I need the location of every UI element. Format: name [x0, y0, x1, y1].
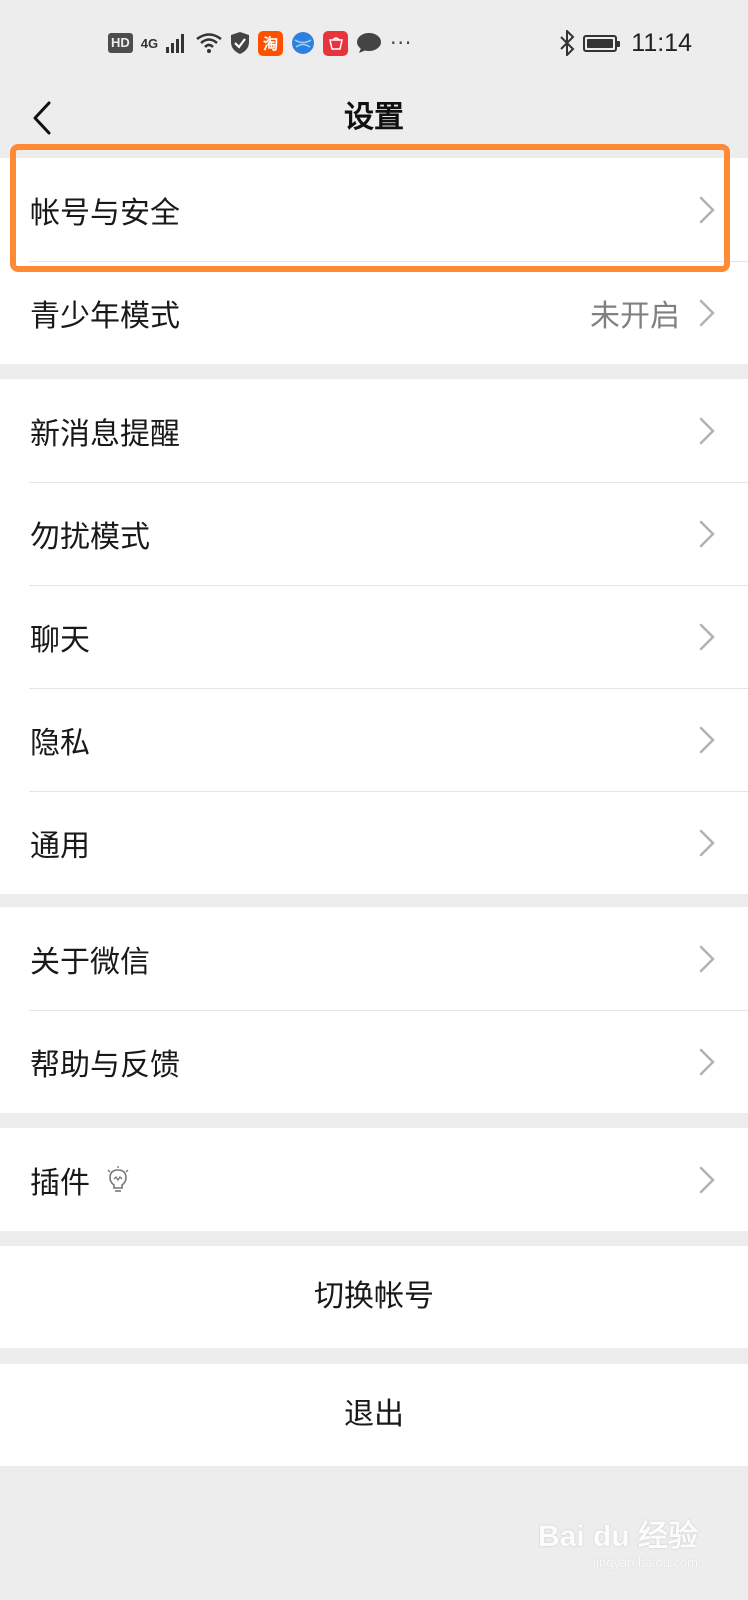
- chevron-right-icon: [699, 520, 715, 547]
- logout-button[interactable]: 退出: [0, 1364, 748, 1466]
- status-bar-left: HD 4G 淘 ···: [108, 30, 413, 56]
- row-label: 勿扰模式: [30, 519, 150, 555]
- row-label: 隐私: [30, 725, 90, 761]
- status-bar-right: 11:14: [559, 29, 692, 58]
- wifi-icon: [196, 33, 222, 53]
- row-account-security[interactable]: 帐号与安全: [0, 158, 748, 261]
- row-label: 新消息提醒: [30, 416, 180, 452]
- row-privacy[interactable]: 隐私: [0, 688, 748, 791]
- row-about-wechat[interactable]: 关于微信: [0, 907, 748, 1010]
- chevron-right-icon: [699, 829, 715, 856]
- lightbulb-icon: [107, 1165, 129, 1192]
- settings-group-account: 帐号与安全 青少年模式 未开启: [0, 158, 748, 364]
- nav-bar: 设置: [0, 86, 748, 150]
- settings-group-general: 新消息提醒 勿扰模式 聊天 隐私 通用: [0, 379, 748, 894]
- message-icon: [357, 33, 382, 53]
- row-plugins[interactable]: 插件: [0, 1128, 748, 1231]
- page-title: 设置: [344, 100, 404, 135]
- baidu-jingyan-watermark: Bai du 经验 jingyan.baidu.com: [538, 1511, 698, 1570]
- watermark-main: Bai du 经验: [537, 1520, 698, 1553]
- more-notifications-icon: ···: [390, 31, 413, 55]
- chevron-right-icon: [699, 417, 715, 444]
- chevron-right-icon: [699, 299, 715, 326]
- battery-icon: [583, 34, 621, 52]
- row-general[interactable]: 通用: [0, 791, 748, 894]
- huawei-app-icon: [323, 30, 349, 56]
- row-label: 插件: [30, 1165, 90, 1201]
- bluetooth-icon: [560, 30, 575, 56]
- row-label: 关于微信: [30, 944, 150, 980]
- chevron-right-icon: [699, 1166, 715, 1193]
- row-chat[interactable]: 聊天: [0, 585, 748, 688]
- settings-group-about: 关于微信 帮助与反馈: [0, 907, 748, 1113]
- status-bar: HD 4G 淘 ··· 11:14: [0, 0, 748, 86]
- row-label: 聊天: [30, 622, 90, 658]
- row-teen-mode[interactable]: 青少年模式 未开启: [0, 261, 748, 364]
- taobao-app-icon: 淘: [258, 30, 284, 56]
- network-type-label: 4G: [140, 35, 159, 51]
- watermark-sub: jingyan.baidu.com: [593, 1555, 698, 1570]
- row-label: 青少年模式: [30, 298, 180, 334]
- switch-account-button[interactable]: 切换帐号: [0, 1246, 748, 1348]
- row-label: 帮助与反馈: [30, 1047, 180, 1083]
- chevron-right-icon: [699, 1048, 715, 1075]
- chevron-right-icon: [699, 196, 715, 223]
- settings-group-plugins: 插件: [0, 1128, 748, 1231]
- shield-icon: [231, 32, 250, 54]
- row-new-message-notify[interactable]: 新消息提醒: [0, 379, 748, 482]
- row-label: 通用: [30, 828, 90, 864]
- row-label: 帐号与安全: [30, 195, 180, 231]
- signal-icon: [166, 34, 185, 53]
- clock: 11:14: [631, 28, 692, 57]
- chevron-right-icon: [699, 726, 715, 753]
- row-help-feedback[interactable]: 帮助与反馈: [0, 1010, 748, 1113]
- browser-app-icon: [292, 32, 315, 54]
- hd-indicator: HD: [108, 33, 133, 53]
- chevron-right-icon: [699, 945, 715, 972]
- chevron-right-icon: [699, 623, 715, 650]
- teen-mode-status: 未开启: [590, 298, 680, 334]
- row-do-not-disturb[interactable]: 勿扰模式: [0, 482, 748, 585]
